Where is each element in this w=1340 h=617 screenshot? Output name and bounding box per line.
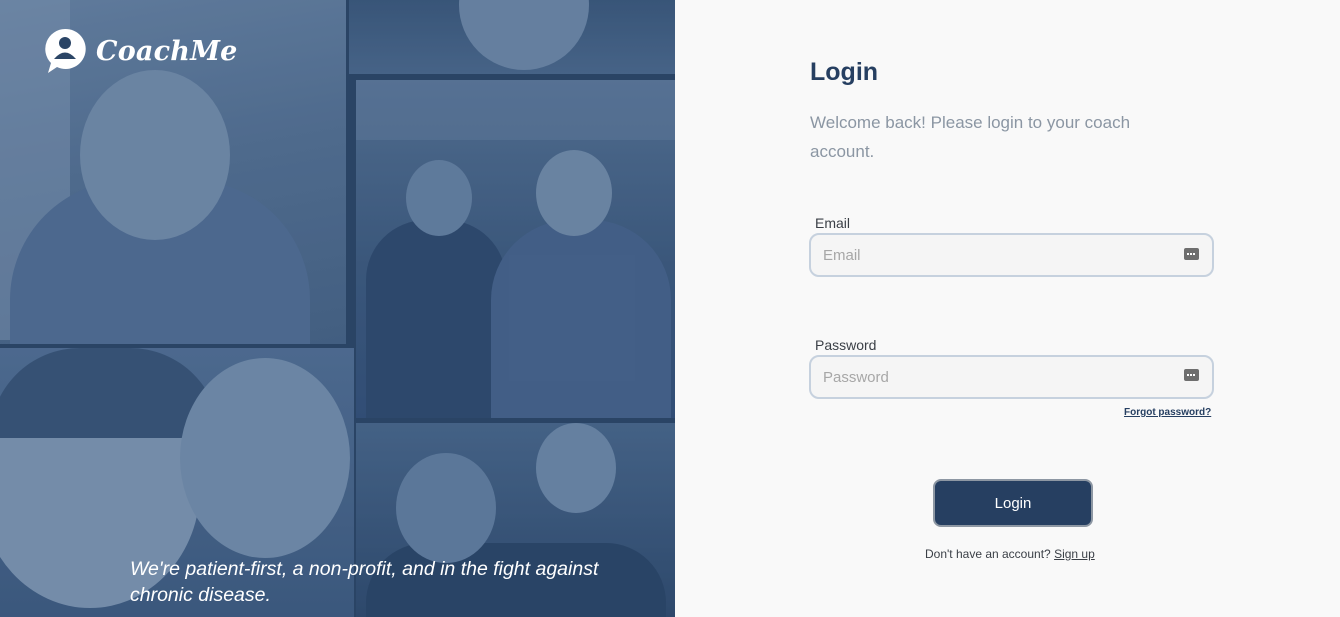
signup-prompt: Don't have an account? Sign up xyxy=(925,547,1095,561)
user-speech-bubble-icon xyxy=(44,28,86,74)
password-manager-icon[interactable] xyxy=(1184,369,1199,381)
password-manager-icon[interactable] xyxy=(1184,248,1199,260)
hero-tagline: We're patient-first, a non-profit, and i… xyxy=(130,558,599,606)
hero-panel: CoachMe We're patient-first, a non-profi… xyxy=(0,0,675,617)
email-field[interactable] xyxy=(809,233,1214,277)
login-button[interactable]: Login xyxy=(933,479,1093,527)
signup-link[interactable]: Sign up xyxy=(1054,547,1095,561)
hero-tint-overlay xyxy=(0,0,675,617)
login-panel: Login Welcome back! Please login to your… xyxy=(675,0,1340,617)
signup-prompt-text: Don't have an account? xyxy=(925,547,1051,561)
email-label: Email xyxy=(815,215,851,231)
brand-name: CoachMe xyxy=(96,35,238,67)
page-title: Login xyxy=(810,58,879,86)
login-subtitle: Welcome back! Please login to your coach… xyxy=(810,113,1131,161)
password-field[interactable] xyxy=(809,355,1214,399)
forgot-password-link[interactable]: Forgot password? xyxy=(1124,407,1211,418)
brand-logo: CoachMe xyxy=(44,28,238,74)
password-label: Password xyxy=(815,337,877,353)
